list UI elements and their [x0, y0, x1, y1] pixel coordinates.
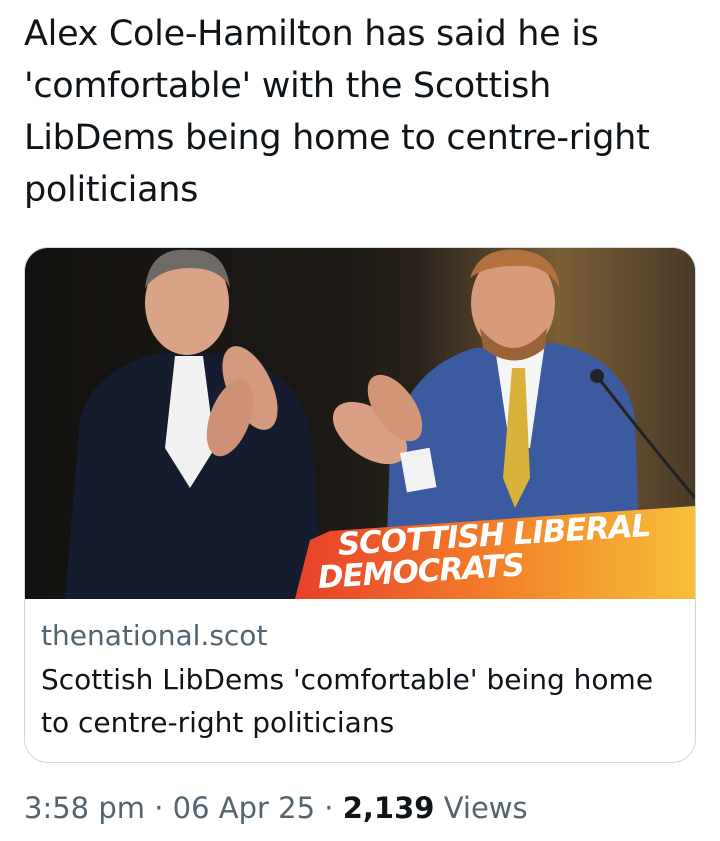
- link-preview-card[interactable]: SCOTTISH LIBERAL DEMOCRATS thenational.s…: [24, 247, 696, 763]
- views-count[interactable]: 2,139: [343, 791, 435, 825]
- views-label: Views: [443, 791, 528, 825]
- tweet-time[interactable]: 3:58 pm: [24, 791, 145, 825]
- separator: ·: [154, 791, 164, 825]
- tweet-text: Alex Cole-Hamilton has said he is 'comfo…: [24, 14, 650, 210]
- card-meta: thenational.scot Scottish LibDems 'comfo…: [41, 616, 681, 744]
- tweet-meta: 3:58 pm · 06 Apr 25 · 2,139 Views: [24, 786, 528, 830]
- card-domain: thenational.scot: [41, 619, 268, 652]
- separator: ·: [324, 791, 334, 825]
- card-image[interactable]: SCOTTISH LIBERAL DEMOCRATS: [25, 248, 695, 599]
- tweet-date[interactable]: 06 Apr 25: [173, 791, 315, 825]
- card-title[interactable]: Scottish LibDems 'comfortable' being hom…: [41, 658, 681, 744]
